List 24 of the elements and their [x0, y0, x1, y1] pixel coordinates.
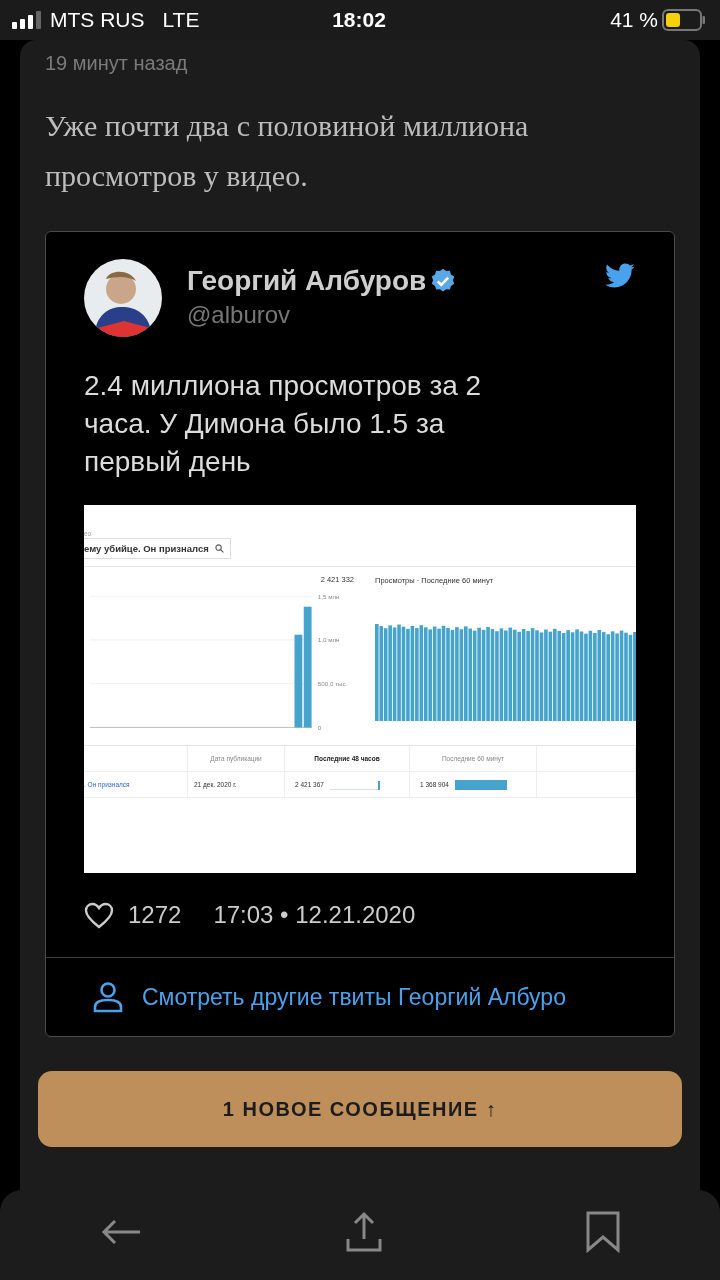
signal-icon [12, 11, 42, 29]
sparkline-drawing [454, 779, 507, 790]
more-tweets-link[interactable]: Смотреть другие твиты Георгий Албуро [142, 983, 566, 1011]
battery-icon [662, 9, 706, 31]
like-count: 1272 [128, 901, 182, 929]
share-icon[interactable] [345, 1211, 383, 1253]
person-icon [92, 981, 124, 1013]
tweet-timestamp[interactable]: 17:03 • 12.21.2020 [213, 901, 416, 929]
post-time: 19 минут назад [45, 52, 189, 75]
search-icon [214, 544, 224, 553]
network-type: LTE [162, 8, 200, 32]
bookmark-icon[interactable] [586, 1211, 620, 1253]
clock: 18:02 [332, 8, 386, 32]
heart-icon[interactable] [84, 901, 114, 929]
sparkline-drawing [329, 779, 382, 790]
tweet-text: 2.4 миллиона просмотров за 2 часа. У Димона было 1.5 за первый день [84, 369, 483, 479]
author-handle[interactable]: @alburov [187, 301, 458, 329]
back-arrow-icon[interactable] [100, 1218, 142, 1246]
post-text: Уже почти два с половиной миллиона просмотров у видео. [45, 108, 530, 194]
new-messages-button[interactable]: 1 НОВОЕ СООБЩЕНИЕ ↑ [38, 1071, 682, 1147]
search-field[interactable]: ему убийце. Он признался [84, 538, 231, 559]
author-name[interactable]: Георгий Албуров [187, 265, 427, 297]
carrier-name: MTS RUS [50, 8, 145, 32]
battery-percent: 41 % [610, 8, 658, 32]
